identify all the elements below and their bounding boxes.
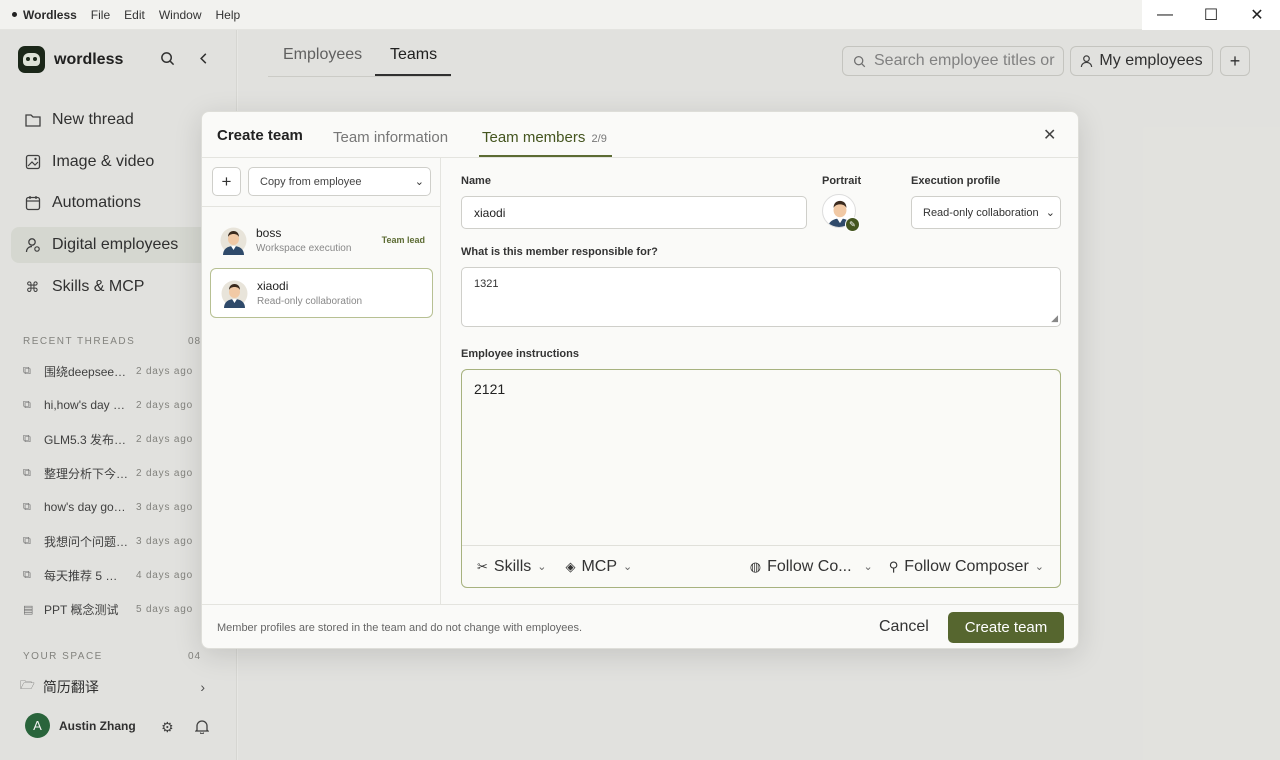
- mcp-label: MCP: [581, 557, 618, 575]
- tab-team-members-label: Team members: [482, 129, 586, 146]
- skills-dropdown[interactable]: ✂ Skills ⌄: [477, 558, 546, 576]
- minimize-button[interactable]: —: [1142, 0, 1188, 30]
- dialog-title: Create team: [217, 127, 303, 144]
- follow-composer-dropdown[interactable]: ⚲ Follow Composer ⌄: [889, 558, 1044, 576]
- portrait-label: Portrait: [822, 175, 862, 187]
- create-team-button[interactable]: Create team: [948, 612, 1064, 643]
- tab-team-information[interactable]: Team information: [333, 129, 448, 146]
- skills-label: Skills: [493, 557, 532, 575]
- instructions-value: 2121: [474, 381, 506, 397]
- menu-help[interactable]: Help: [216, 8, 241, 22]
- chevron-down-icon: ⌄: [863, 561, 873, 573]
- maximize-button[interactable]: ☐: [1188, 0, 1234, 30]
- instructions-editor[interactable]: 2121 ✂ Skills ⌄ ◈ MCP ⌄ ◍ Follow Co... ⌄: [461, 369, 1061, 588]
- app-menu[interactable]: Wordless: [12, 8, 77, 22]
- copy-select-value: Copy from employee: [260, 175, 362, 188]
- name-field[interactable]: xiaodi: [461, 196, 807, 229]
- responsibility-textarea[interactable]: 1321 ◢: [461, 267, 1061, 327]
- follow-composer-label: Follow Composer: [904, 557, 1029, 575]
- portrait-icon: [221, 280, 248, 308]
- member-list-panel: + Copy from employee ⌄ boss Workspace ex…: [202, 158, 441, 604]
- mcp-icon: ◈: [565, 558, 576, 574]
- member-role: Workspace execution: [256, 243, 352, 254]
- execution-profile-select[interactable]: Read-only collaboration ⌄: [911, 196, 1061, 229]
- brain-icon: ◍: [749, 558, 762, 574]
- title-bar: Wordless File Edit Window Help — ☐ ✕: [0, 0, 1280, 30]
- resize-handle-icon[interactable]: ◢: [1051, 313, 1058, 324]
- execution-profile-value: Read-only collaboration: [923, 206, 1039, 219]
- tools-icon: ✂: [477, 558, 488, 574]
- app-dot-icon: [12, 12, 17, 17]
- responsibility-label: What is this member responsible for?: [461, 246, 658, 258]
- member-form: Name xiaodi Portrait ✎ Execution profile…: [442, 158, 1078, 604]
- tab-team-members[interactable]: Team members 2/9: [482, 129, 607, 146]
- dialog-footer: Member profiles are stored in the team a…: [202, 604, 1078, 648]
- cancel-button[interactable]: Cancel: [879, 618, 929, 636]
- create-team-dialog: Create team Team information Team member…: [201, 111, 1079, 649]
- member-name: xiaodi: [257, 279, 289, 293]
- member-item-boss[interactable]: boss Workspace execution Team lead: [210, 215, 433, 265]
- edit-pencil-icon[interactable]: ✎: [845, 217, 860, 232]
- chevron-down-icon: ⌄: [1045, 207, 1055, 219]
- member-role: Read-only collaboration: [257, 296, 363, 307]
- instructions-label: Employee instructions: [461, 348, 579, 360]
- execution-profile-label: Execution profile: [911, 175, 1001, 187]
- menu-window[interactable]: Window: [159, 8, 202, 22]
- menu-edit[interactable]: Edit: [124, 8, 145, 22]
- close-window-button[interactable]: ✕: [1234, 0, 1280, 30]
- name-label: Name: [461, 175, 491, 187]
- copy-from-employee-select[interactable]: Copy from employee ⌄: [248, 167, 431, 196]
- dialog-header: Create team Team information Team member…: [202, 112, 1078, 158]
- active-tab-indicator: [479, 155, 612, 157]
- chevron-down-icon: ⌄: [1034, 561, 1044, 573]
- responsibility-value: 1321: [474, 278, 499, 290]
- member-name: boss: [256, 226, 282, 240]
- app-name: Wordless: [23, 7, 77, 22]
- portrait-icon: [220, 227, 247, 255]
- close-icon[interactable]: ✕: [1043, 125, 1056, 145]
- chevron-down-icon: ⌄: [414, 176, 424, 188]
- menu-file[interactable]: File: [91, 8, 110, 22]
- window-controls: — ☐ ✕: [1142, 0, 1280, 30]
- divider: [202, 206, 441, 207]
- instructions-toolbar: ✂ Skills ⌄ ◈ MCP ⌄ ◍ Follow Co... ⌄ ⚲ Fo…: [462, 545, 1060, 587]
- add-member-button[interactable]: +: [212, 167, 241, 196]
- chevron-down-icon: ⌄: [537, 561, 547, 573]
- members-count: 2/9: [591, 133, 607, 145]
- footer-note: Member profiles are stored in the team a…: [217, 622, 583, 634]
- mcp-dropdown[interactable]: ◈ MCP ⌄: [565, 558, 632, 576]
- follow-short-label: Follow Co...: [767, 557, 852, 575]
- follow-composer-model-dropdown[interactable]: ◍ Follow Co... ⌄: [750, 558, 873, 576]
- chevron-down-icon: ⌄: [623, 561, 633, 573]
- link-icon: ⚲: [888, 558, 899, 574]
- team-lead-badge: Team lead: [381, 235, 425, 245]
- member-item-xiaodi[interactable]: xiaodi Read-only collaboration: [210, 268, 433, 318]
